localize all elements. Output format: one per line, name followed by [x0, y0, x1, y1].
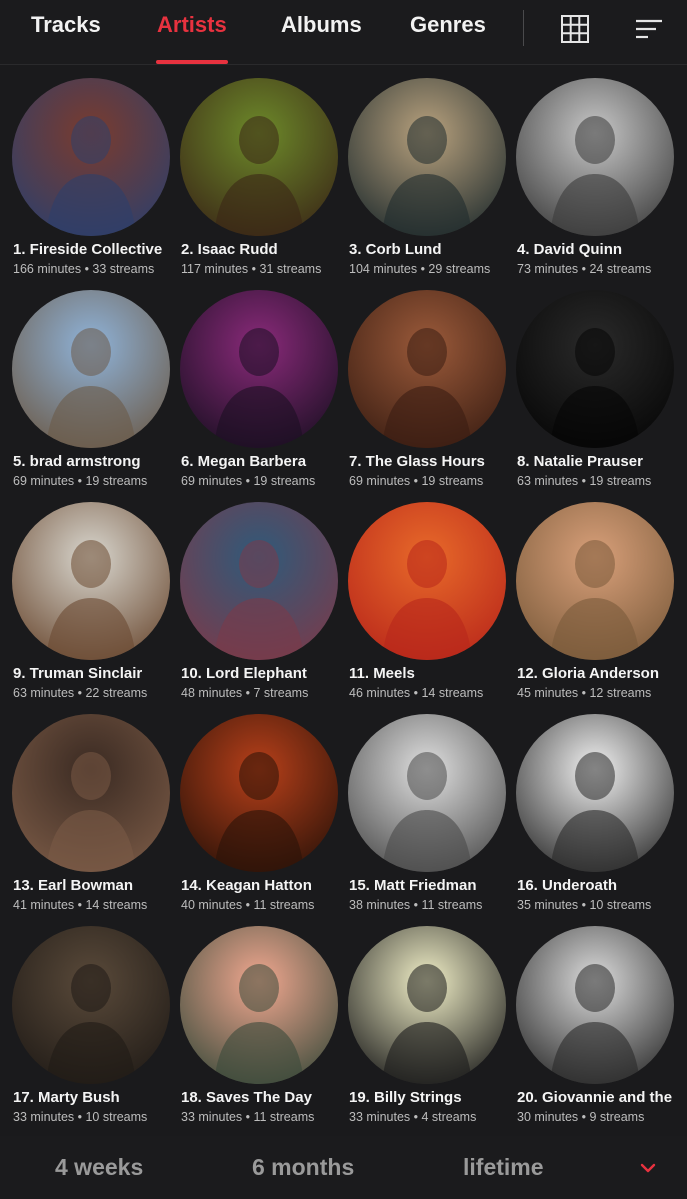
artist-photo	[516, 714, 674, 872]
artist-stats: 33 minutes • 11 streams	[181, 1110, 315, 1124]
chevron-down-icon[interactable]	[638, 1158, 658, 1178]
artist-name: 13. Earl Bowman	[13, 877, 134, 894]
artist-photo	[12, 714, 170, 872]
artist-card[interactable]: 3. Corb Lund 104 minutes • 29 streams	[348, 78, 516, 288]
period-lifetime[interactable]: lifetime	[463, 1154, 544, 1181]
period-6-months[interactable]: 6 months	[252, 1154, 354, 1181]
artist-photo	[516, 926, 674, 1084]
artist-photo	[12, 926, 170, 1084]
artist-stats: 104 minutes • 29 streams	[349, 262, 491, 276]
artist-photo	[516, 502, 674, 660]
artist-card[interactable]: 18. Saves The Day 33 minutes • 11 streams	[180, 926, 348, 1136]
artist-name: 18. Saves The Day	[181, 1089, 312, 1106]
artist-name: 9. Truman Sinclair	[13, 665, 143, 682]
artist-name: 16. Underoath	[517, 877, 618, 894]
artist-stats: 166 minutes • 33 streams	[13, 262, 155, 276]
artist-card[interactable]: 9. Truman Sinclair 63 minutes • 22 stream…	[12, 502, 180, 712]
artist-name: 19. Billy Strings	[349, 1089, 462, 1106]
artist-stats: 35 minutes • 10 streams	[517, 898, 652, 912]
artist-stats: 41 minutes • 14 streams	[13, 898, 148, 912]
artist-photo	[12, 502, 170, 660]
artist-photo	[516, 78, 674, 236]
artist-photo	[516, 290, 674, 448]
artist-card[interactable]: 6. Megan Barbera 69 minutes • 19 streams	[180, 290, 348, 500]
artist-card[interactable]: 16. Underoath 35 minutes • 10 streams	[516, 714, 684, 924]
artist-stats: 69 minutes • 19 streams	[349, 474, 484, 488]
artist-card[interactable]: 10. Lord Elephant 48 minutes • 7 streams	[180, 502, 348, 712]
artist-card[interactable]: 13. Earl Bowman 41 minutes • 14 streams	[12, 714, 180, 924]
tab-artists[interactable]: Artists	[157, 12, 227, 42]
active-tab-indicator	[156, 60, 228, 64]
artist-photo	[180, 714, 338, 872]
artist-stats: 46 minutes • 14 streams	[349, 686, 484, 700]
artist-name: 12. Gloria Anderson	[517, 665, 659, 682]
artist-photo	[180, 290, 338, 448]
artist-photo	[348, 502, 506, 660]
artist-name: 7. The Glass Hours	[349, 453, 485, 470]
artist-stats: 69 minutes • 19 streams	[13, 474, 148, 488]
artist-stats: 73 minutes • 24 streams	[517, 262, 652, 276]
artist-name: 2. Isaac Rudd	[181, 241, 278, 258]
artist-name: 8. Natalie Prauser	[517, 453, 643, 470]
artist-name: 4. David Quinn	[517, 241, 623, 258]
sort-icon[interactable]	[634, 14, 664, 44]
artist-card[interactable]: 7. The Glass Hours 69 minutes • 19 stream…	[348, 290, 516, 500]
tab-tracks[interactable]: Tracks	[31, 12, 101, 42]
artist-card[interactable]: 2. Isaac Rudd 117 minutes • 31 streams	[180, 78, 348, 288]
artist-card[interactable]: 14. Keagan Hatton 40 minutes • 11 streams	[180, 714, 348, 924]
artist-card[interactable]: 8. Natalie Prauser 63 minutes • 19 stream…	[516, 290, 684, 500]
artist-photo	[348, 290, 506, 448]
artist-stats: 40 minutes • 11 streams	[181, 898, 315, 912]
artist-card[interactable]: 15. Matt Friedman 38 minutes • 11 streams	[348, 714, 516, 924]
artist-stats: 45 minutes • 12 streams	[517, 686, 652, 700]
artist-name: 3. Corb Lund	[349, 241, 442, 258]
artist-photo	[180, 78, 338, 236]
artist-card[interactable]: 11. Meels 46 minutes • 14 streams	[348, 502, 516, 712]
artist-name: 11. Meels	[349, 665, 415, 682]
artist-photo	[348, 714, 506, 872]
artist-name: 20. Giovannie and the	[517, 1089, 673, 1106]
artist-card[interactable]: 5. brad armstrong 69 minutes • 19 streams	[12, 290, 180, 500]
artist-photo	[348, 78, 506, 236]
artist-stats: 69 minutes • 19 streams	[181, 474, 316, 488]
grid-view-icon[interactable]	[560, 14, 590, 44]
artist-photo	[348, 926, 506, 1084]
tab-albums[interactable]: Albums	[281, 12, 362, 42]
period-4-weeks[interactable]: 4 weeks	[55, 1154, 143, 1181]
artist-name: 10. Lord Elephant	[181, 665, 307, 682]
artist-name: 6. Megan Barbera	[181, 453, 307, 470]
artist-photo	[180, 502, 338, 660]
artist-stats: 38 minutes • 11 streams	[349, 898, 483, 912]
artist-name: 1. Fireside Collective	[13, 241, 163, 258]
artist-stats: 30 minutes • 9 streams	[517, 1110, 645, 1124]
toolbar-divider	[523, 10, 524, 46]
artist-card[interactable]: 19. Billy Strings 33 minutes • 4 streams	[348, 926, 516, 1136]
artist-card[interactable]: 17. Marty Bush 33 minutes • 10 streams	[12, 926, 180, 1136]
artist-stats: 33 minutes • 10 streams	[13, 1110, 148, 1124]
artist-name: 17. Marty Bush	[13, 1089, 120, 1106]
artist-stats: 48 minutes • 7 streams	[181, 686, 309, 700]
period-selector-bar: 4 weeks 6 months lifetime	[0, 1136, 687, 1199]
artist-photo	[12, 78, 170, 236]
artist-card[interactable]: 12. Gloria Anderson 45 minutes • 12 strea…	[516, 502, 684, 712]
artist-name: 14. Keagan Hatton	[181, 877, 312, 894]
artist-card[interactable]: 1. Fireside Collective 166 minutes • 33 s…	[12, 78, 180, 288]
artist-card[interactable]: 20. Giovannie and the 30 minutes • 9 stre…	[516, 926, 684, 1136]
artist-stats: 117 minutes • 31 streams	[181, 262, 322, 276]
tab-genres[interactable]: Genres	[410, 12, 486, 42]
top-tab-bar: Tracks Artists Albums Genres	[0, 0, 687, 65]
artist-photo	[12, 290, 170, 448]
artist-photo	[180, 926, 338, 1084]
artist-name: 15. Matt Friedman	[349, 877, 477, 894]
artist-stats: 63 minutes • 19 streams	[517, 474, 652, 488]
artist-card[interactable]: 4. David Quinn 73 minutes • 24 streams	[516, 78, 684, 288]
artist-name: 5. brad armstrong	[13, 453, 141, 470]
artist-stats: 63 minutes • 22 streams	[13, 686, 148, 700]
artist-stats: 33 minutes • 4 streams	[349, 1110, 477, 1124]
